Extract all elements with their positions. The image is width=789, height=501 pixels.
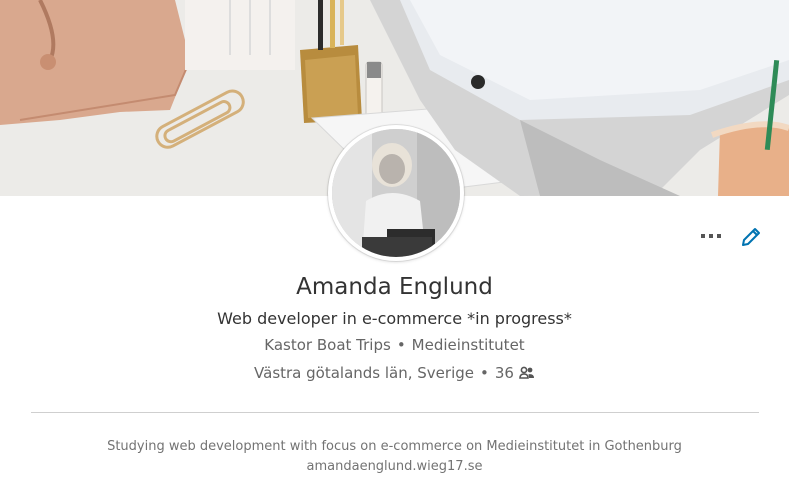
pencil-icon: [742, 228, 760, 246]
ellipsis-icon: [701, 234, 721, 238]
edit-profile-button[interactable]: [738, 224, 764, 250]
separator-dot: •: [396, 336, 406, 354]
more-actions-button[interactable]: [697, 226, 725, 246]
profile-headline: Web developer in e-commerce *in progress…: [217, 309, 572, 328]
section-divider: [31, 412, 759, 413]
profile-photo-frame[interactable]: [328, 125, 464, 261]
connections-count[interactable]: 36: [495, 364, 514, 382]
profile-website-link[interactable]: amandaenglund.wieg17.se: [0, 457, 789, 477]
profile-location: Västra götalands län, Sverige: [254, 364, 474, 382]
separator-dot: •: [480, 364, 489, 382]
profile-summary: Studying web development with focus on e…: [107, 439, 682, 454]
profile-organizations: Kastor Boat Trips • Medieinstitutet: [0, 334, 789, 356]
profile-location-line: Västra götalands län, Sverige • 36: [0, 362, 789, 386]
school-link[interactable]: Medieinstitutet: [412, 336, 525, 354]
profile-name: Amanda Englund: [296, 274, 493, 300]
avatar-person-illustration: [332, 129, 460, 257]
profile-photo: [332, 129, 460, 257]
current-company-link[interactable]: Kastor Boat Trips: [264, 336, 391, 354]
people-icon[interactable]: [519, 364, 535, 386]
